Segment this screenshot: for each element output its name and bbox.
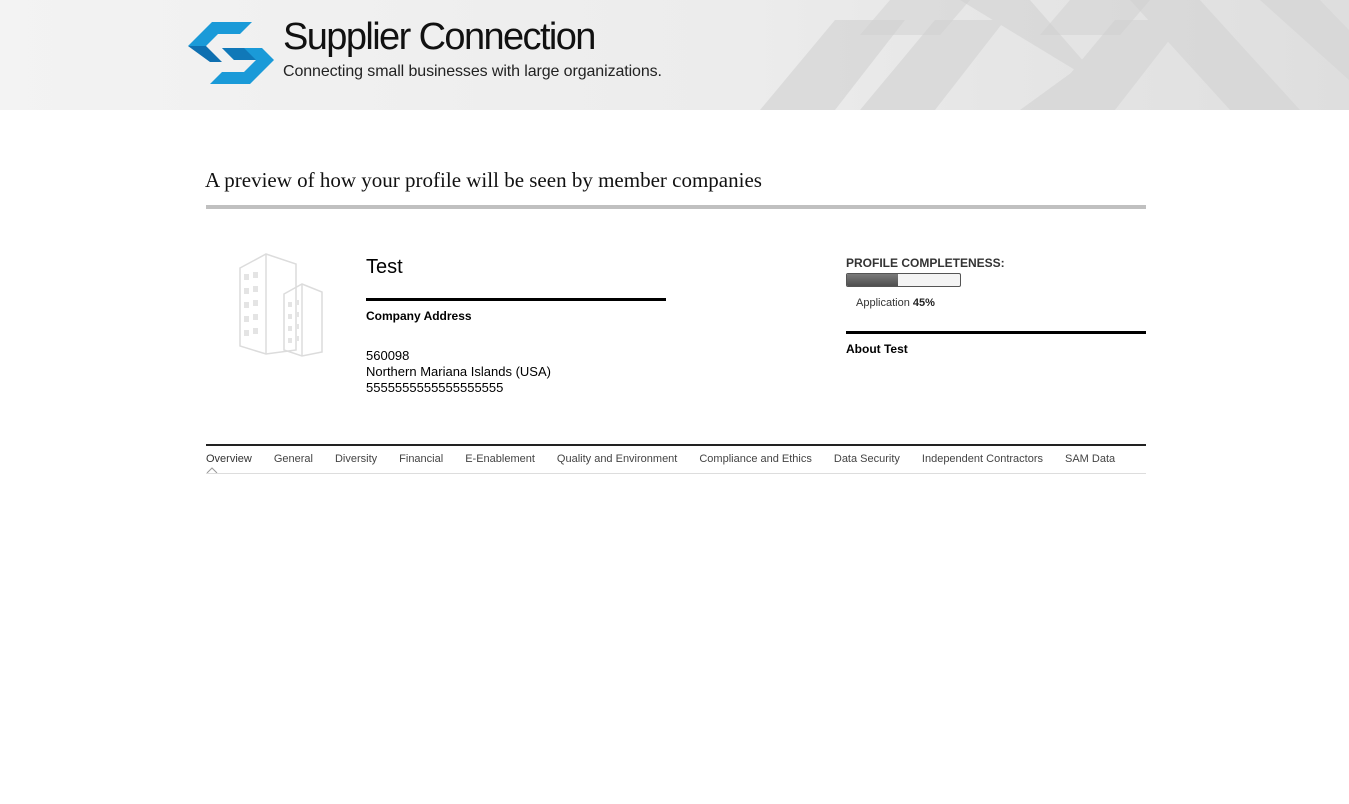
address-phone: 5555555555555555555 [366,380,504,395]
address-postal-code: 560098 [366,348,410,363]
tab-sam-data[interactable]: SAM Data [1065,453,1115,471]
page-title: A preview of how your profile will be se… [205,168,762,192]
company-address-label: Company Address [366,309,472,323]
supplier-connection-logo-icon[interactable] [188,22,274,84]
address-country: Northern Mariana Islands (USA) [366,364,551,379]
about-divider [846,331,1146,334]
about-title: About Test [846,342,908,356]
tabs-top-rule [206,444,1146,446]
completeness-percent: 45% [912,297,935,309]
header-chevron-pattern [760,0,1349,110]
brand-title[interactable]: Supplier Connection [283,16,596,59]
tab-compliance-and-ethics[interactable]: Compliance and Ethics [699,453,812,471]
tabs-bottom-rule [206,473,1146,474]
tab-quality-and-environment[interactable]: Quality and Environment [557,453,677,471]
tab-e-enablement[interactable]: E-Enablement [465,453,535,471]
tab-data-security[interactable]: Data Security [834,453,900,471]
tab-independent-contractors[interactable]: Independent Contractors [922,453,1043,471]
brand-tagline: Connecting small businesses with large o… [283,63,662,80]
profile-tabs: Overview General Diversity Financial E-E… [206,453,1115,471]
site-header: Supplier Connection Connecting small bus… [0,0,1349,110]
tab-diversity[interactable]: Diversity [335,453,377,471]
profile-completeness-label: PROFILE COMPLETENESS: [846,256,1005,270]
tab-financial[interactable]: Financial [399,453,443,471]
profile-completeness-bar [846,273,961,287]
title-divider [206,205,1146,209]
profile-completeness-fill [847,274,898,286]
tab-general[interactable]: General [274,453,313,471]
completeness-caption-label: Application [856,297,910,309]
company-name-divider [366,298,666,301]
profile-completeness-caption: Application 45% [856,297,935,309]
building-placeholder-icon [239,253,323,357]
company-name: Test [366,256,403,278]
